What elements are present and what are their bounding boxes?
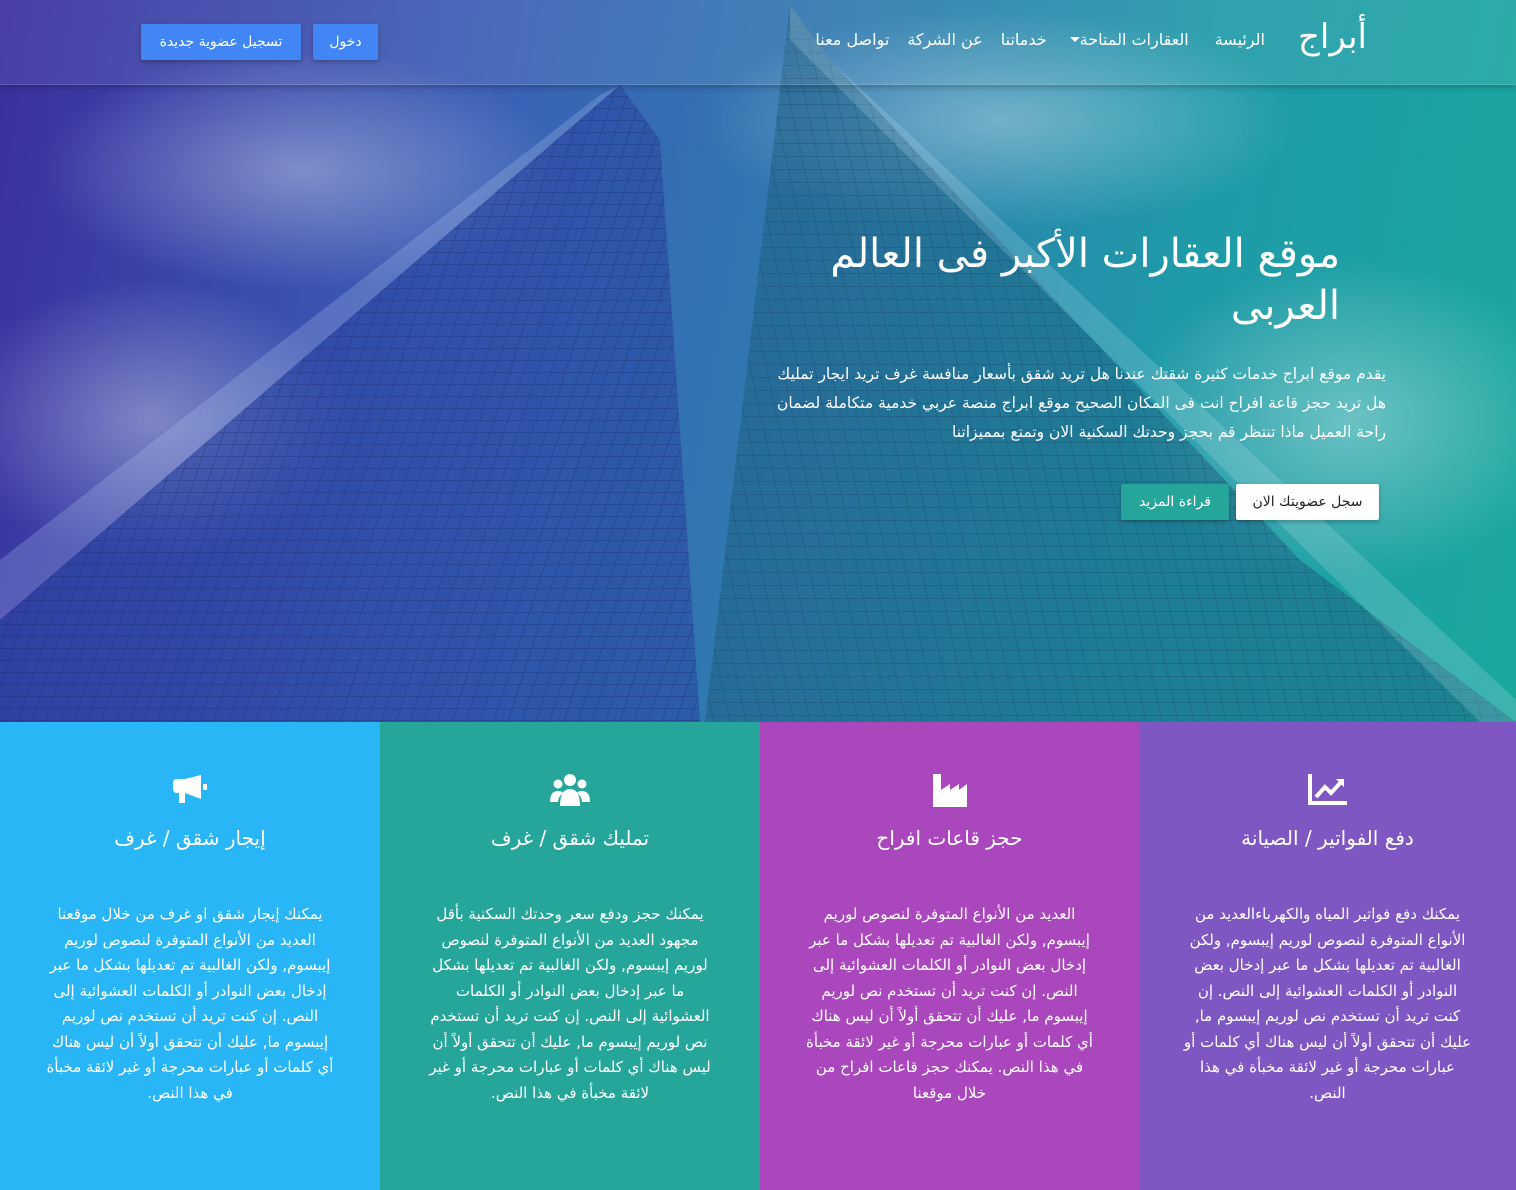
nav-item-home[interactable]: الرئيسة (1206, 30, 1274, 49)
feature-text: يمكنك دفع فواتير المياه والكهرباءالعديد … (1183, 905, 1472, 1102)
feature-title: تمليك شقق / غرف (490, 826, 650, 850)
nav-links: الرئيسة العقارات المتاحة خدماتنا عن الشر… (806, 30, 1274, 49)
feature-title: حجز قاعات افراح (876, 826, 1023, 850)
nav-item-services[interactable]: خدماتنا (992, 30, 1056, 49)
feature-title: إيجار شقق / غرف (114, 826, 266, 850)
nav-item-properties[interactable]: العقارات المتاحة (1056, 30, 1206, 49)
industry-icon (760, 772, 1139, 812)
chart-line-icon (1139, 772, 1516, 812)
feature-text: يمكنك حجز ودفع سعر وحدتك السكنية بأقل مج… (429, 905, 711, 1102)
brand-logo[interactable]: أبراج (1298, 17, 1367, 57)
feature-title: دفع الفواتير / الصيانة (1241, 826, 1414, 850)
hero-section: أبراج الرئيسة العقارات المتاحة خدماتنا ع… (0, 0, 1516, 722)
nav-item-properties-label: العقارات المتاحة (1079, 30, 1189, 49)
hero-description: يقدم موقع ابراج خدمات كثيرة شقتك عندنا ه… (777, 365, 1386, 441)
hero-read-more-button[interactable]: قراءة المزيد (1121, 484, 1229, 520)
feature-text: يمكنك إيجار شقق او غرف من خلال موقعنا ال… (46, 905, 334, 1102)
hero-title: موقع العقارات الأكبر فى العالم العربى (830, 231, 1340, 329)
register-button[interactable]: تسجيل عضوية جديدة (141, 24, 301, 60)
feature-text: العديد من الأنواع المتوفرة لنصوص لوريم إ… (806, 905, 1093, 1102)
feature-ownership: تمليك شقق / غرف يمكنك حجز ودفع سعر وحدتك… (380, 722, 760, 1190)
features-section: إيجار شقق / غرف يمكنك إيجار شقق او غرف م… (0, 722, 1516, 1190)
top-navbar: أبراج الرئيسة العقارات المتاحة خدماتنا ع… (0, 0, 1516, 85)
feature-halls: حجز قاعات افراح العديد من الأنواع المتوف… (760, 722, 1139, 1190)
users-icon (380, 772, 760, 812)
feature-bills: دفع الفواتير / الصيانة يمكنك دفع فواتير … (1139, 722, 1516, 1190)
login-button[interactable]: دخول (313, 24, 378, 60)
hero-register-button[interactable]: سجل عضويتك الان (1236, 484, 1379, 520)
megaphone-icon (0, 772, 380, 812)
caret-down-icon (1069, 37, 1080, 42)
nav-item-contact[interactable]: تواصل معنا (806, 30, 898, 49)
nav-item-about[interactable]: عن الشركة (898, 30, 991, 49)
feature-rent: إيجار شقق / غرف يمكنك إيجار شقق او غرف م… (0, 722, 380, 1190)
